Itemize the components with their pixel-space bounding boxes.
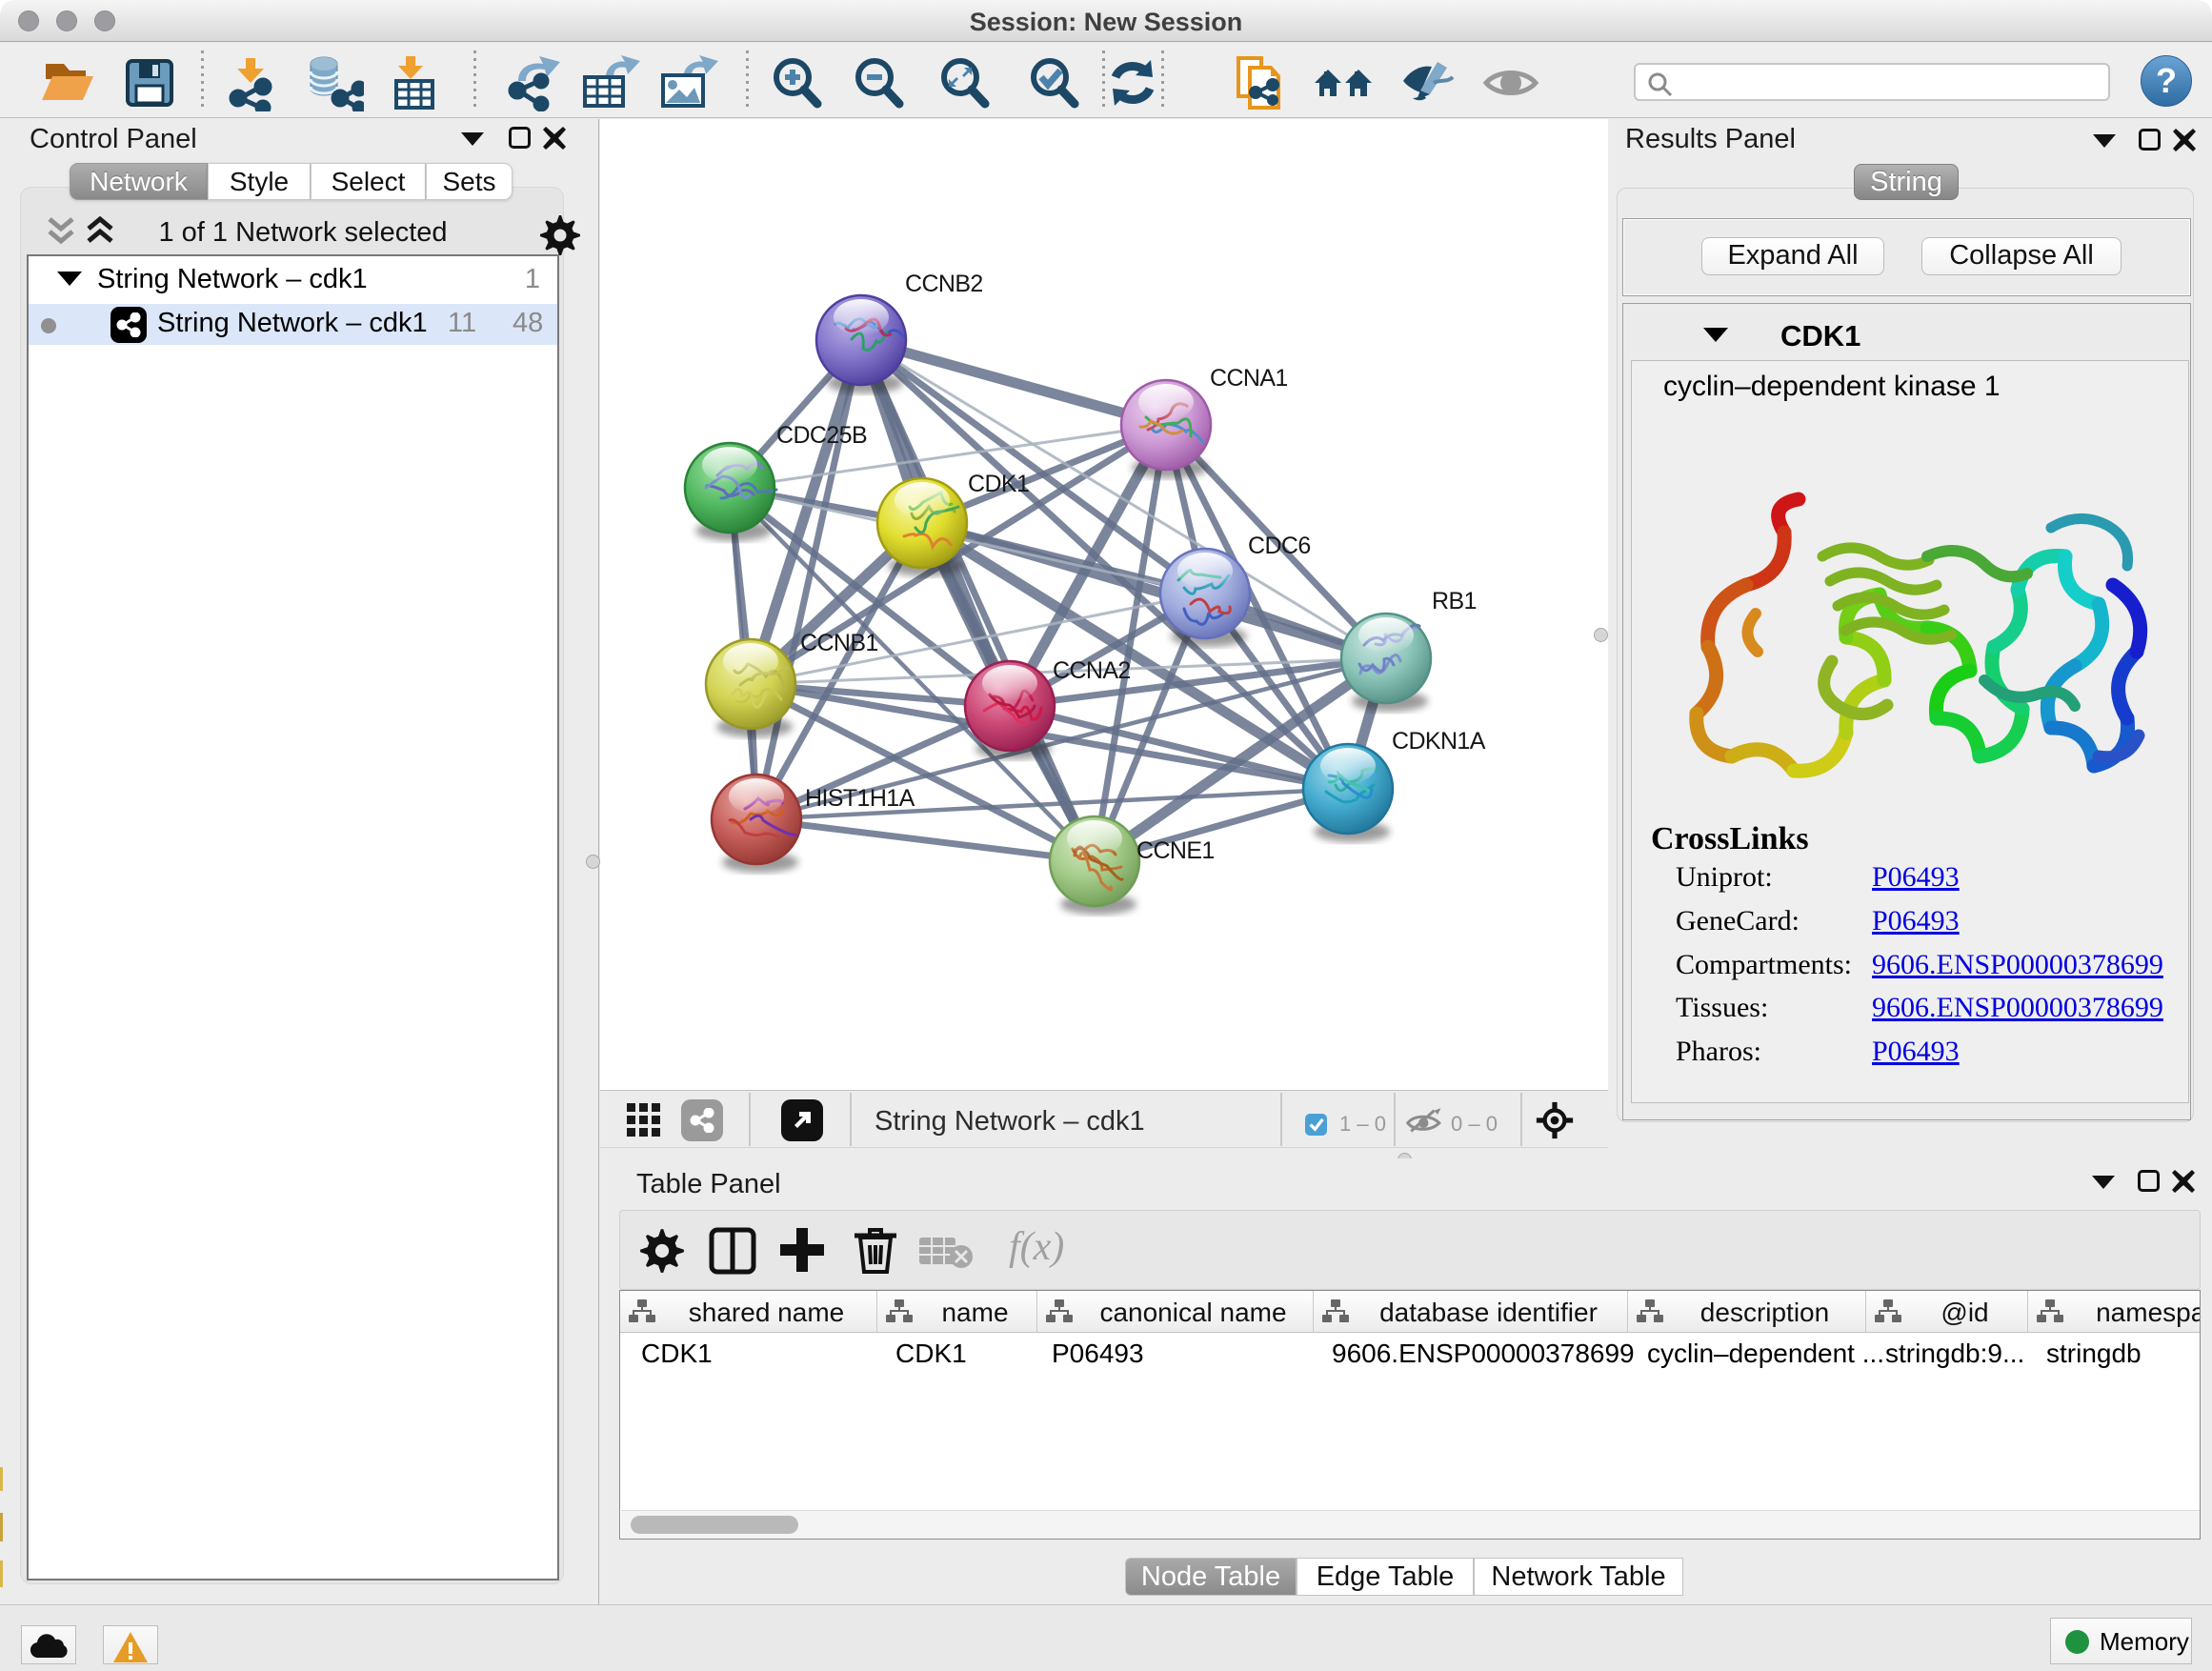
svg-text:CDKN1A: CDKN1A	[1392, 728, 1486, 755]
svg-text:CCNA1: CCNA1	[1210, 365, 1288, 392]
svg-text:RB1: RB1	[1432, 588, 1477, 614]
svg-text:CDC6: CDC6	[1248, 533, 1311, 559]
svg-text:HIST1H1A: HIST1H1A	[805, 785, 915, 812]
svg-text:CDK1: CDK1	[968, 471, 1029, 497]
svg-text:CCNB1: CCNB1	[800, 630, 878, 656]
svg-text:CCNE1: CCNE1	[1136, 837, 1215, 864]
svg-text:CDC25B: CDC25B	[776, 422, 867, 449]
svg-text:CCNA2: CCNA2	[1053, 657, 1131, 684]
svg-text:CCNB2: CCNB2	[905, 271, 983, 297]
